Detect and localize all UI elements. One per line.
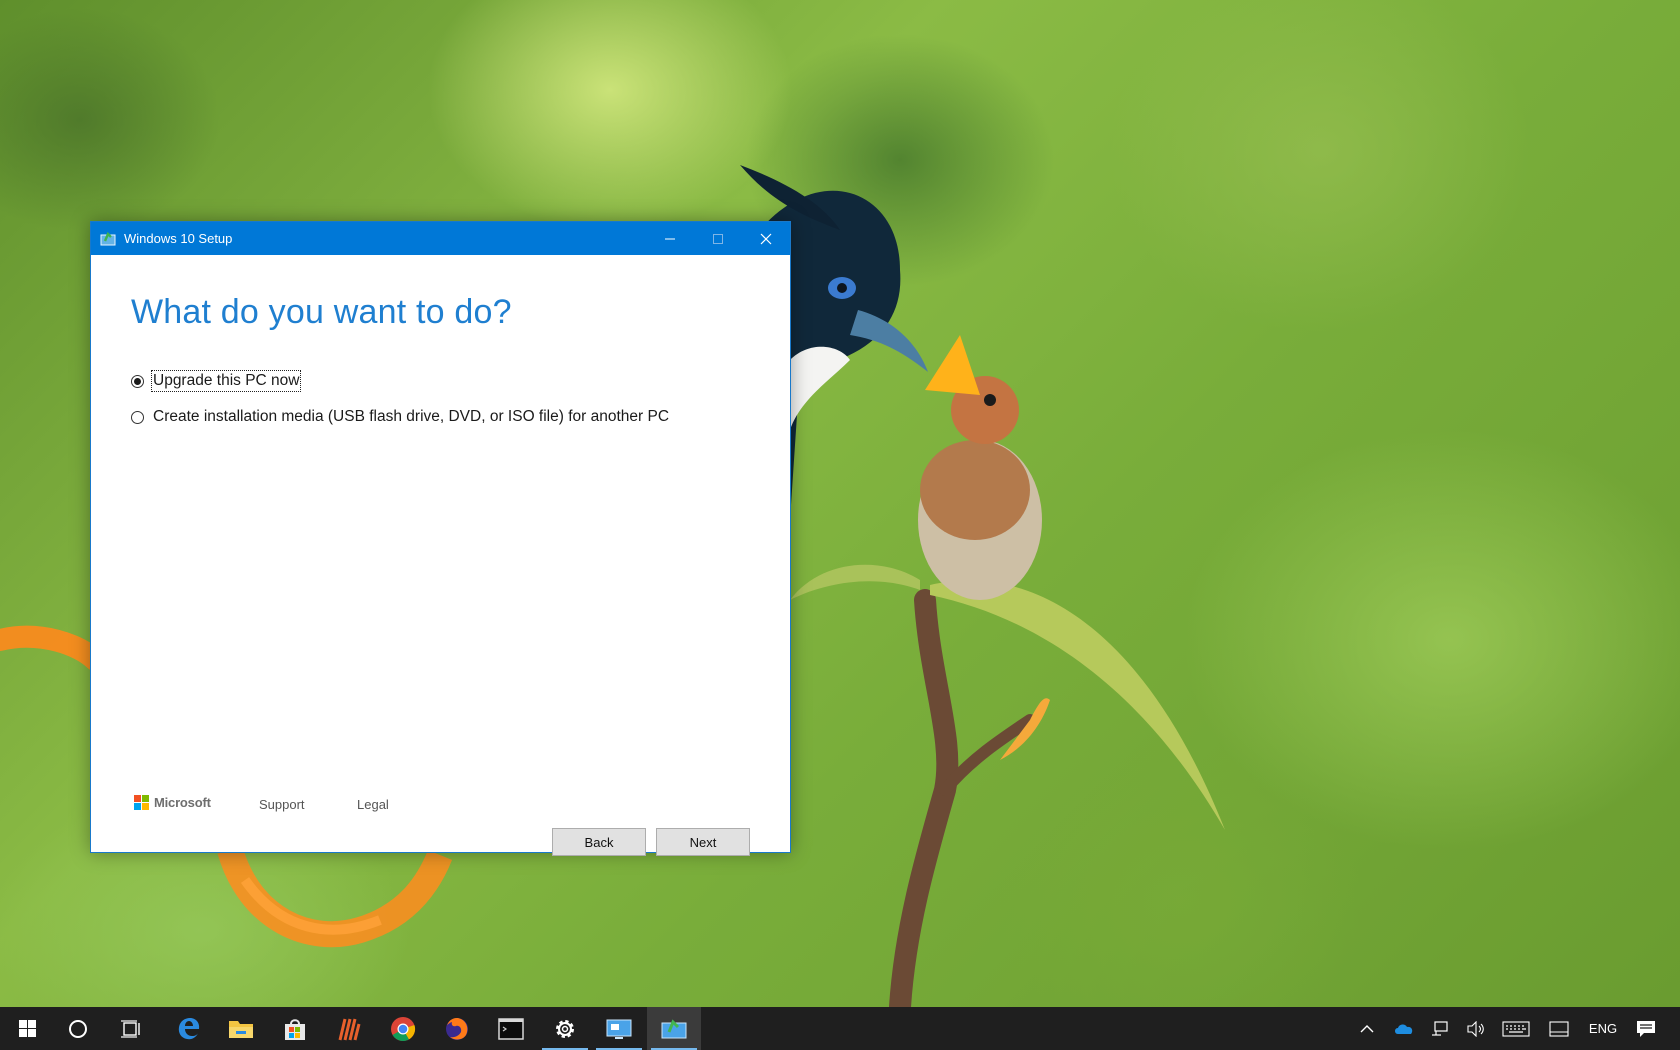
remote-desktop-icon xyxy=(606,1019,632,1039)
language-indicator[interactable]: ENG xyxy=(1585,1007,1621,1050)
taskbar: ENG xyxy=(0,1007,1680,1050)
tray-onedrive[interactable] xyxy=(1392,1007,1416,1050)
chrome-icon xyxy=(391,1016,416,1041)
onedrive-cloud-icon xyxy=(1395,1023,1413,1034)
window-title: Windows 10 Setup xyxy=(124,231,233,246)
option-label[interactable]: Create installation media (USB flash dri… xyxy=(152,407,670,427)
microsoft-logo: Microsoft xyxy=(134,795,211,810)
taskbar-app[interactable] xyxy=(322,1007,376,1050)
volume-icon xyxy=(1467,1020,1484,1037)
close-button[interactable] xyxy=(742,222,790,255)
task-view-button[interactable] xyxy=(105,1007,159,1050)
tray-tablet-mode[interactable] xyxy=(1546,1007,1572,1050)
notification-icon xyxy=(1637,1020,1655,1037)
taskbar-windows-setup[interactable] xyxy=(647,1007,701,1050)
taskbar-firefox[interactable] xyxy=(430,1007,484,1050)
tray-volume[interactable] xyxy=(1464,1007,1488,1050)
taskbar-settings[interactable] xyxy=(538,1007,592,1050)
option-label[interactable]: Upgrade this PC now xyxy=(150,370,302,392)
tablet-icon xyxy=(1549,1020,1569,1037)
start-button[interactable] xyxy=(0,1007,54,1050)
close-icon xyxy=(760,233,772,244)
chevron-up-icon xyxy=(1360,1024,1374,1032)
windows-start-icon xyxy=(18,1020,36,1037)
network-icon xyxy=(1432,1020,1448,1036)
option-upgrade-pc[interactable]: Upgrade this PC now xyxy=(131,370,302,392)
taskbar-chrome[interactable] xyxy=(376,1007,430,1050)
maximize-icon xyxy=(713,233,723,244)
window-content: What do you want to do? Upgrade this PC … xyxy=(91,255,790,856)
minimize-button[interactable] xyxy=(646,222,694,255)
file-explorer-icon xyxy=(229,1020,253,1038)
setup-app-icon xyxy=(100,231,116,245)
tray-touch-keyboard[interactable] xyxy=(1500,1007,1532,1050)
store-icon xyxy=(285,1018,305,1040)
taskbar-edge[interactable] xyxy=(162,1007,216,1050)
task-view-icon xyxy=(121,1019,140,1038)
app-icon xyxy=(338,1018,361,1040)
maximize-button[interactable] xyxy=(694,222,742,255)
taskbar-store[interactable] xyxy=(268,1007,322,1050)
firefox-icon xyxy=(446,1017,468,1040)
keyboard-icon xyxy=(1502,1020,1530,1037)
cortana-search-button[interactable] xyxy=(51,1007,105,1050)
radio-button-selected[interactable] xyxy=(131,374,144,388)
edge-icon xyxy=(178,1017,200,1039)
radio-button[interactable] xyxy=(131,410,144,424)
legal-link[interactable]: Legal xyxy=(357,797,389,812)
title-bar[interactable]: Windows 10 Setup xyxy=(91,222,790,255)
taskbar-terminal[interactable] xyxy=(484,1007,538,1050)
tray-overflow-button[interactable] xyxy=(1356,1007,1378,1050)
terminal-icon xyxy=(498,1017,524,1040)
windows-setup-window: Windows 10 Setup What do you want to do?… xyxy=(90,221,791,856)
back-button[interactable]: Back xyxy=(552,828,646,856)
tray-network[interactable] xyxy=(1428,1007,1452,1050)
windows-setup-icon xyxy=(661,1018,687,1038)
cortana-search-icon xyxy=(69,1019,87,1038)
support-link[interactable]: Support xyxy=(259,797,305,812)
microsoft-brand-text: Microsoft xyxy=(154,795,211,810)
minimize-icon xyxy=(665,238,675,239)
next-button[interactable]: Next xyxy=(656,828,750,856)
option-create-media[interactable]: Create installation media (USB flash dri… xyxy=(131,407,670,427)
taskbar-file-explorer[interactable] xyxy=(214,1007,268,1050)
microsoft-logo-icon xyxy=(134,795,149,810)
settings-gear-icon xyxy=(556,1019,574,1038)
page-heading: What do you want to do? xyxy=(131,293,512,331)
action-center-button[interactable] xyxy=(1632,1007,1660,1050)
taskbar-remote-desktop[interactable] xyxy=(592,1007,646,1050)
